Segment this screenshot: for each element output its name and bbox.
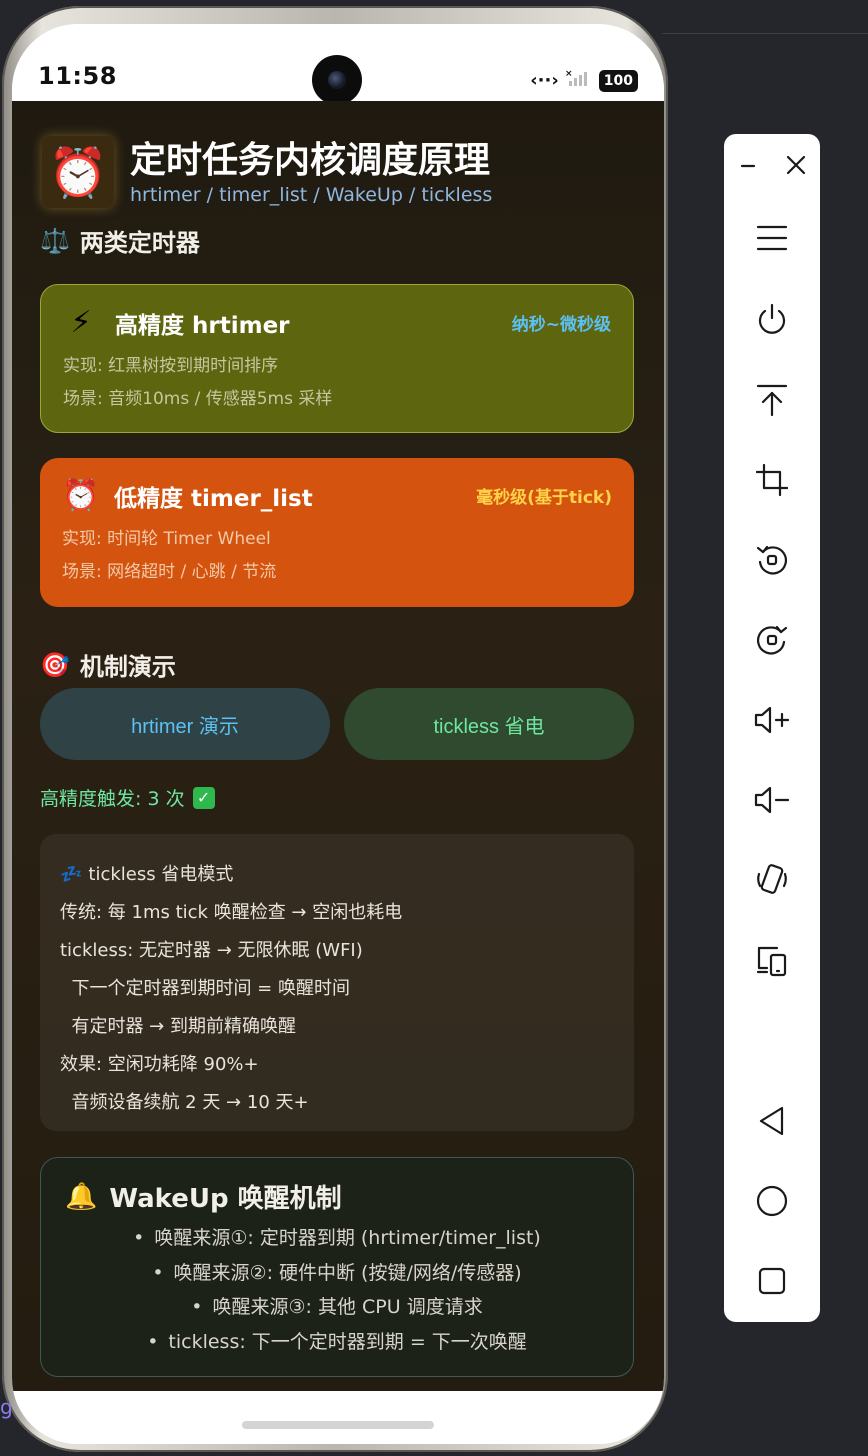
- wakeup-card-title: WakeUp 唤醒机制: [109, 1184, 342, 1214]
- tickless-panel-title: tickless 省电模式: [88, 864, 234, 885]
- menu-icon[interactable]: [724, 216, 820, 260]
- home-icon[interactable]: [724, 1179, 820, 1223]
- wakeup-card: 🔔 WakeUp 唤醒机制 • 唤醒来源①: 定时器到期 (hrtimer/tim…: [40, 1157, 634, 1377]
- check-icon: ✓: [192, 786, 215, 809]
- alarm-clock-icon: ⏰: [42, 136, 114, 208]
- tickless-line: tickless: 无定时器 → 无限休眠 (WFI): [60, 940, 363, 961]
- timerlist-card-title: 低精度 timer_list: [114, 485, 313, 512]
- gesture-bar: [12, 1391, 664, 1444]
- power-icon[interactable]: [724, 298, 820, 342]
- hrtimer-card: ⚡ 高精度 hrtimer 纳秒~微秒级 实现: 红黑树按到期时间排序 场景: …: [40, 284, 634, 433]
- list-item: • tickless: 下一个定时器到期 = 下一次唤醒: [147, 1330, 527, 1353]
- hrtimer-demo-button[interactable]: hrtimer 演示: [40, 688, 330, 760]
- pin-top-icon[interactable]: [724, 378, 820, 422]
- bell-icon: 🔔: [65, 1181, 98, 1212]
- signal-icon: ×: [565, 68, 593, 93]
- tickless-line: 音频设备续航 2 天 → 10 天+: [60, 1092, 309, 1113]
- tickless-line: 传统: 每 1ms tick 唤醒检查 → 空闲也耗电: [60, 902, 403, 923]
- close-icon[interactable]: [748, 143, 844, 187]
- tickless-line: 下一个定时器到期时间 = 唤醒时间: [60, 978, 350, 999]
- battery-icon: 100: [598, 69, 638, 92]
- window-top-divider: [662, 33, 868, 34]
- sleep-icon: 💤: [60, 864, 83, 885]
- tickless-line: 效果: 空闲功耗降 90%+: [60, 1054, 259, 1075]
- device-switch-icon[interactable]: [724, 938, 820, 982]
- overview-icon[interactable]: [724, 1259, 820, 1303]
- tickless-line: 有定时器 → 到期前精确唤醒: [60, 1016, 296, 1037]
- alarm-clock-icon: ⏰: [62, 478, 100, 513]
- emulator-toolbar: [724, 134, 820, 1322]
- status-icons: ‹··› × 100: [530, 68, 638, 93]
- balance-scale-icon: ⚖️: [40, 226, 70, 255]
- lightning-icon: ⚡: [70, 305, 92, 340]
- volume-up-icon[interactable]: [724, 698, 820, 742]
- hrtimer-impl-text: 实现: 红黑树按到期时间排序: [63, 356, 279, 376]
- target-icon: 🎯: [40, 650, 70, 679]
- list-item: • 唤醒来源③: 其他 CPU 调度请求: [191, 1296, 483, 1318]
- hrtimer-scene-text: 场景: 音频10ms / 传感器5ms 采样: [63, 389, 333, 409]
- timerlist-scene-text: 场景: 网络超时 / 心跳 / 节流: [62, 562, 277, 582]
- rotate-right-icon[interactable]: [724, 618, 820, 662]
- front-camera: [312, 55, 362, 105]
- data-transfer-icon: ‹··›: [530, 70, 559, 91]
- page-subtitle: hrtimer / timer_list / WakeUp / tickless: [130, 184, 493, 206]
- app-screen: ⏰ 定时任务内核调度原理 hrtimer / timer_list / Wake…: [12, 101, 664, 1391]
- status-bar: 11:58 ‹··› × 100: [12, 24, 664, 105]
- svg-text:×: ×: [565, 69, 573, 79]
- status-time: 11:58: [38, 62, 117, 90]
- hrtimer-card-title: 高精度 hrtimer: [115, 312, 290, 339]
- phone-display: 11:58 ‹··› × 100 ⏰ 定时任务内核调度原理 hrtimer / …: [12, 24, 664, 1444]
- hrtimer-precision-badge: 纳秒~微秒级: [511, 315, 611, 335]
- shake-icon[interactable]: [724, 858, 820, 902]
- timerlist-impl-text: 实现: 时间轮 Timer Wheel: [62, 529, 271, 549]
- timerlist-precision-badge: 毫秒级(基于tick): [476, 488, 612, 508]
- trigger-status: 高精度触发: 3 次 ✓: [40, 784, 215, 811]
- back-icon[interactable]: [724, 1099, 820, 1143]
- home-indicator[interactable]: [242, 1421, 434, 1429]
- section-timers-title: ⚖️ 两类定时器: [40, 226, 200, 258]
- tickless-demo-button[interactable]: tickless 省电: [344, 688, 634, 760]
- trigger-status-text: 高精度触发: 3 次: [40, 788, 185, 810]
- phone-frame: 11:58 ‹··› × 100 ⏰ 定时任务内核调度原理 hrtimer / …: [2, 6, 668, 1452]
- rotate-left-icon[interactable]: [724, 538, 820, 582]
- tickless-panel: 💤 tickless 省电模式 传统: 每 1ms tick 唤醒检查 → 空闲…: [40, 834, 634, 1131]
- timerlist-card: ⏰ 低精度 timer_list 毫秒级(基于tick) 实现: 时间轮 Tim…: [40, 458, 634, 607]
- app-header: ⏰ 定时任务内核调度原理 hrtimer / timer_list / Wake…: [42, 136, 492, 208]
- list-item: • 唤醒来源②: 硬件中断 (按键/网络/传感器): [152, 1261, 522, 1284]
- left-edge-glyph: g: [0, 1395, 13, 1419]
- crop-icon[interactable]: [724, 458, 820, 502]
- volume-down-icon[interactable]: [724, 778, 820, 822]
- list-item: • 唤醒来源①: 定时器到期 (hrtimer/timer_list): [133, 1227, 541, 1249]
- section-demo-title: 🎯 机制演示: [40, 650, 176, 682]
- page-title: 定时任务内核调度原理: [130, 140, 491, 181]
